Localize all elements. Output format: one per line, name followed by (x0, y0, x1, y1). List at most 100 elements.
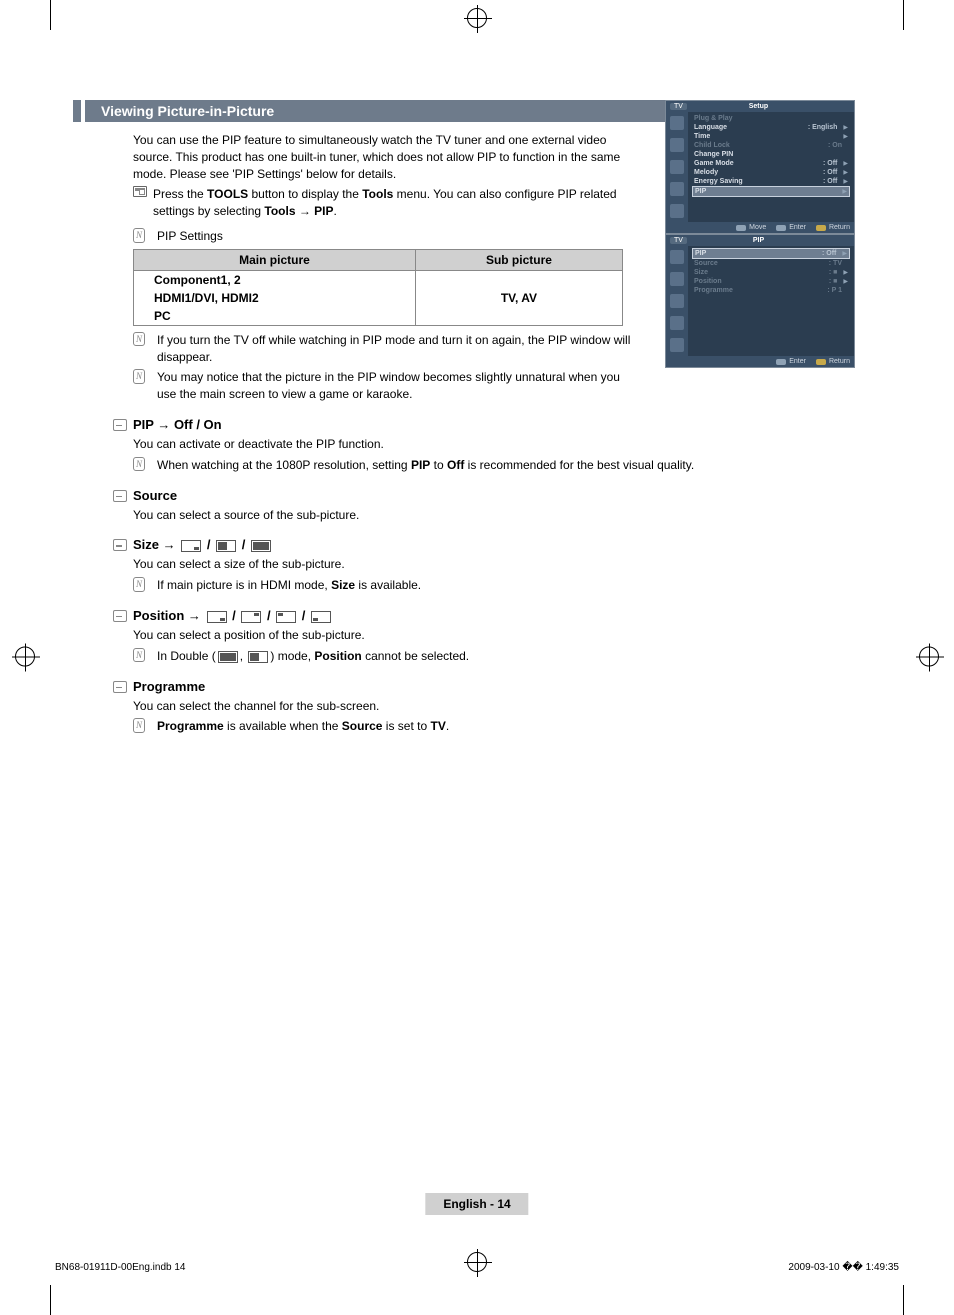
osd-title: PIP (687, 237, 830, 244)
note-icon: N (133, 457, 145, 472)
text: . (446, 719, 449, 733)
osd-row: Change PIN (692, 150, 850, 159)
subhead-source: Source (113, 488, 855, 503)
arrow-icon: ▶ (843, 133, 848, 140)
pip-settings-table: Main picture Sub picture Component1, 2 T… (133, 249, 623, 326)
osd-row: Language: English▶ (692, 123, 850, 132)
osd-row-value: : ■ (829, 278, 838, 285)
th-main: Main picture (134, 249, 416, 270)
osd-row-label: Programme (694, 287, 733, 294)
text: PIP Settings (157, 229, 223, 243)
note-pip: N When watching at the 1080P resolution,… (133, 457, 853, 474)
page-number: English - 14 (425, 1193, 528, 1215)
osd-row-label: Position (694, 278, 722, 285)
move-icon (736, 225, 746, 231)
return-icon (816, 359, 826, 365)
text: When watching at the 1080P resolution, s… (157, 458, 411, 472)
osd-row-label: Language (694, 124, 727, 131)
text: Size → (133, 537, 179, 552)
arrow-icon: ▶ (843, 269, 848, 276)
osd-row: Size: ■▶ (692, 268, 850, 277)
osd-row: Programme : P 1 (692, 286, 850, 295)
tools-icon (133, 186, 147, 197)
note-position: N In Double (, ) mode, Position cannot b… (133, 648, 853, 665)
subhead-programme: Programme (113, 679, 855, 694)
text: is available when the (224, 719, 342, 733)
osd-row-label: Energy Saving (694, 178, 743, 185)
bullet-icon (113, 417, 127, 431)
osd-move: Move (736, 224, 766, 231)
note-icon: N (133, 648, 145, 663)
text: Source (342, 719, 383, 733)
text: Enter (789, 358, 806, 365)
note-icon: N (133, 718, 145, 733)
osd-row: PIP: Off▶ (692, 248, 850, 259)
print-file: BN68-01911D-00Eng.indb 14 (55, 1262, 185, 1273)
note-2: N You may notice that the picture in the… (133, 369, 633, 403)
osd-row: Plug & Play (692, 114, 850, 123)
text: to (430, 458, 447, 472)
text: , (240, 649, 247, 663)
pip-settings-label-row: N PIP Settings (133, 228, 633, 245)
osd-row-label: Plug & Play (694, 115, 733, 122)
text: is recommended for the best visual quali… (464, 458, 694, 472)
osd-icon (670, 272, 684, 286)
osd-icon (670, 250, 684, 264)
note-1: N If you turn the TV off while watching … (133, 332, 633, 366)
note-icon: N (133, 228, 145, 243)
text: Tools (362, 187, 393, 201)
registration-mark-icon (919, 646, 939, 666)
arrow-icon: ▶ (843, 160, 848, 167)
text: is available. (355, 578, 421, 592)
bullet-icon (113, 537, 127, 551)
osd-sidebar (666, 246, 688, 356)
subhead-pip: PIP → Off / On (113, 417, 855, 432)
osd-return: Return (816, 224, 850, 231)
osd-enter: Enter (776, 224, 806, 231)
th-sub: Sub picture (415, 249, 622, 270)
note-icon: N (133, 369, 145, 384)
text: Off (447, 458, 464, 472)
osd-row-label: Child Lock (694, 142, 730, 149)
osd-row-label: Source (694, 260, 718, 267)
osd-row-value: : Off (823, 169, 837, 176)
subhead-position: Position → / / / (113, 608, 855, 623)
text: Enter (789, 224, 806, 231)
size-icon-double1 (216, 540, 236, 552)
print-footer: BN68-01911D-00Eng.indb 14 2009-03-10 �� … (55, 1262, 899, 1273)
text: TV (431, 719, 446, 733)
text: Return (829, 358, 850, 365)
note-icon: N (133, 332, 145, 347)
text: Return (829, 224, 850, 231)
td-main-2: HDMI1/DVI, HDMI2 (134, 289, 416, 307)
td-main-1: Component1, 2 (134, 270, 416, 289)
text: Size (331, 578, 355, 592)
osd-row-value: : P 1 (827, 287, 842, 294)
text: Position → (133, 608, 205, 623)
registration-mark-icon (15, 646, 35, 666)
text: . (334, 204, 337, 218)
text: Source (133, 488, 177, 503)
body-position: You can select a position of the sub-pic… (133, 627, 853, 644)
body-pip: You can activate or deactivate the PIP f… (133, 436, 853, 453)
osd-icon (670, 294, 684, 308)
arrow-icon: ▶ (843, 124, 848, 131)
tools-note: Press the TOOLS button to display the To… (133, 186, 633, 220)
pos-icon-tl (276, 611, 296, 623)
osd-tv-badge: TV (670, 237, 687, 244)
osd-row: Game Mode: Off▶ (692, 159, 850, 168)
pos-icon-tr (241, 611, 261, 623)
size-icon-double2 (251, 540, 271, 552)
body-programme: You can select the channel for the sub-s… (133, 698, 853, 715)
enter-icon (776, 359, 786, 365)
osd-return: Return (816, 358, 850, 365)
bullet-icon (113, 488, 127, 502)
osd-icon (670, 182, 684, 196)
text: Move (749, 224, 766, 231)
text: button to display the (248, 187, 362, 201)
note-size: N If main picture is in HDMI mode, Size … (133, 577, 853, 594)
osd-row: Energy Saving: Off▶ (692, 177, 850, 186)
osd-row-value: : Off (823, 178, 837, 185)
osd-row: Time▶ (692, 132, 850, 141)
text: is set to (382, 719, 430, 733)
